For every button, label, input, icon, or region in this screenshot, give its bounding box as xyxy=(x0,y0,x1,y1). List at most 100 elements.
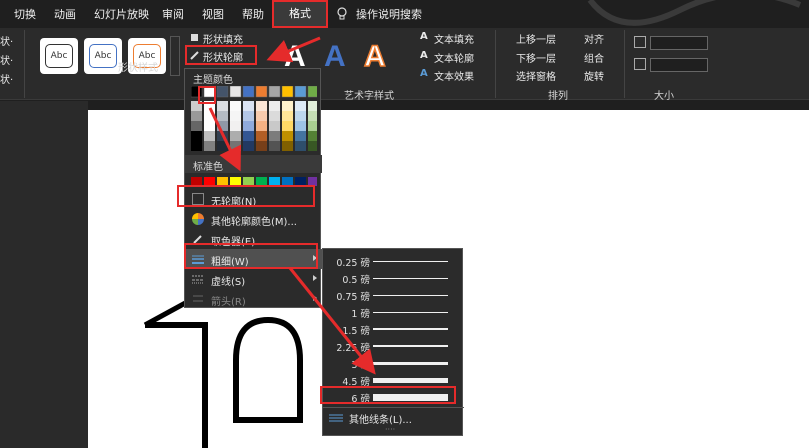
tab-review[interactable]: 审阅 xyxy=(162,6,184,22)
theme-color-shade[interactable] xyxy=(282,101,293,111)
house-shape[interactable] xyxy=(140,290,340,448)
align-button[interactable]: 对齐 xyxy=(584,31,604,46)
text-fill-button[interactable]: 文本填充 xyxy=(434,31,474,46)
left-cut-label[interactable]: 状· xyxy=(0,52,13,67)
theme-color-shade[interactable] xyxy=(230,131,241,141)
theme-color-shade[interactable] xyxy=(295,111,306,121)
text-effects-button[interactable]: 文本效果 xyxy=(434,68,474,83)
weight-option[interactable]: 0.25 磅 xyxy=(323,253,464,270)
theme-color-shade[interactable] xyxy=(243,111,254,121)
theme-color-shade[interactable] xyxy=(256,121,267,131)
send-backward-button[interactable]: 下移一层 xyxy=(516,50,556,65)
shape-style-swatch[interactable]: Abc xyxy=(84,38,122,74)
weight-option[interactable]: 0.5 磅 xyxy=(323,270,464,287)
theme-color-shade[interactable] xyxy=(217,121,228,131)
width-input[interactable] xyxy=(650,58,708,72)
theme-color-shade[interactable] xyxy=(191,111,202,121)
theme-color-shade[interactable] xyxy=(295,141,306,151)
theme-color-shade[interactable] xyxy=(230,121,241,131)
height-input[interactable] xyxy=(650,36,708,50)
group-button[interactable]: 组合 xyxy=(584,50,604,65)
theme-color-swatch[interactable] xyxy=(307,86,317,98)
theme-color-shade[interactable] xyxy=(256,101,267,111)
shape-fill-button[interactable]: 形状填充 xyxy=(203,31,243,46)
menu-item-arrows[interactable]: 箭头(R) xyxy=(185,289,322,309)
theme-color-shade[interactable] xyxy=(295,121,306,131)
rotate-button[interactable]: 旋转 xyxy=(584,68,604,83)
theme-color-shade[interactable] xyxy=(256,111,267,121)
tab-animations[interactable]: 动画 xyxy=(54,6,76,22)
theme-color-shade[interactable] xyxy=(269,141,280,151)
theme-color-swatch[interactable] xyxy=(229,86,242,98)
shape-style-swatch[interactable]: Abc xyxy=(40,38,78,74)
menu-item-more-colors[interactable]: 其他轮廓颜色(M)... xyxy=(185,209,322,229)
menu-item-dashes[interactable]: 虚线(S) xyxy=(185,269,322,289)
theme-color-shade[interactable] xyxy=(230,141,241,151)
theme-color-shade[interactable] xyxy=(256,141,267,151)
tab-format[interactable]: 格式 xyxy=(272,0,328,28)
theme-color-shade[interactable] xyxy=(282,131,293,141)
theme-color-shade[interactable] xyxy=(256,131,267,141)
weight-option[interactable]: 2.25 磅 xyxy=(323,338,464,355)
left-cut-label[interactable]: 状· xyxy=(0,33,13,48)
theme-color-shade[interactable] xyxy=(217,101,228,111)
theme-color-swatch[interactable] xyxy=(268,86,281,98)
highlight-shape-outline xyxy=(185,45,257,65)
theme-color-shade[interactable] xyxy=(269,101,280,111)
tab-help[interactable]: 帮助 xyxy=(242,6,264,22)
theme-color-shade[interactable] xyxy=(191,121,202,131)
left-cut-label[interactable]: 状· xyxy=(0,71,13,86)
theme-color-shade[interactable] xyxy=(243,141,254,151)
theme-color-shade[interactable] xyxy=(308,131,317,141)
text-outline-button[interactable]: 文本轮廓 xyxy=(434,50,474,65)
weight-option[interactable]: 3 磅 xyxy=(323,355,464,372)
theme-color-shade[interactable] xyxy=(243,121,254,131)
other-lines-item[interactable]: 其他线条(L)... xyxy=(349,411,412,426)
weight-option[interactable]: 1.5 磅 xyxy=(323,321,464,338)
theme-color-shade[interactable] xyxy=(204,111,215,121)
wordart-style[interactable]: A xyxy=(363,39,386,74)
theme-color-shade[interactable] xyxy=(230,111,241,121)
theme-color-swatch[interactable] xyxy=(242,86,255,98)
weight-option[interactable]: 1 磅 xyxy=(323,304,464,321)
tab-slideshow[interactable]: 幻灯片放映 xyxy=(94,6,149,22)
theme-color-shade[interactable] xyxy=(204,141,215,151)
theme-color-swatch[interactable] xyxy=(294,86,307,98)
tab-transitions[interactable]: 切换 xyxy=(14,6,36,22)
highlight-6pt xyxy=(320,386,456,404)
theme-color-shade[interactable] xyxy=(191,141,202,151)
theme-color-shade[interactable] xyxy=(308,141,317,151)
theme-color-shade[interactable] xyxy=(191,131,202,141)
theme-color-shade[interactable] xyxy=(308,121,317,131)
theme-color-swatch[interactable] xyxy=(216,86,229,98)
theme-color-shade[interactable] xyxy=(269,131,280,141)
theme-color-shade[interactable] xyxy=(295,131,306,141)
weight-option[interactable]: 0.75 磅 xyxy=(323,287,464,304)
theme-color-swatch[interactable] xyxy=(281,86,294,98)
selection-pane-button[interactable]: 选择窗格 xyxy=(516,68,556,83)
bring-forward-button[interactable]: 上移一层 xyxy=(516,31,556,46)
tab-view[interactable]: 视图 xyxy=(202,6,224,22)
theme-color-shade[interactable] xyxy=(230,101,241,111)
theme-color-shade[interactable] xyxy=(217,111,228,121)
styles-scroll[interactable] xyxy=(170,36,180,76)
theme-color-shade[interactable] xyxy=(243,101,254,111)
theme-color-shade[interactable] xyxy=(269,121,280,131)
weight-label: 1 磅 xyxy=(351,309,370,320)
theme-color-shade[interactable] xyxy=(295,101,306,111)
theme-color-shade[interactable] xyxy=(204,131,215,141)
resize-grip[interactable]: ···· xyxy=(385,425,395,434)
theme-color-shade[interactable] xyxy=(282,111,293,121)
theme-color-shade[interactable] xyxy=(308,111,317,121)
theme-color-shade[interactable] xyxy=(269,111,280,121)
theme-color-swatch[interactable] xyxy=(255,86,268,98)
theme-color-shade[interactable] xyxy=(282,141,293,151)
theme-color-shade[interactable] xyxy=(243,131,254,141)
tell-me-search[interactable]: 操作说明搜索 xyxy=(356,6,422,22)
theme-color-shade[interactable] xyxy=(217,141,228,151)
theme-color-shade[interactable] xyxy=(204,121,215,131)
theme-color-shade[interactable] xyxy=(282,121,293,131)
theme-color-shade[interactable] xyxy=(308,101,317,111)
wordart-style[interactable]: A xyxy=(324,40,346,74)
theme-color-shade[interactable] xyxy=(217,131,228,141)
